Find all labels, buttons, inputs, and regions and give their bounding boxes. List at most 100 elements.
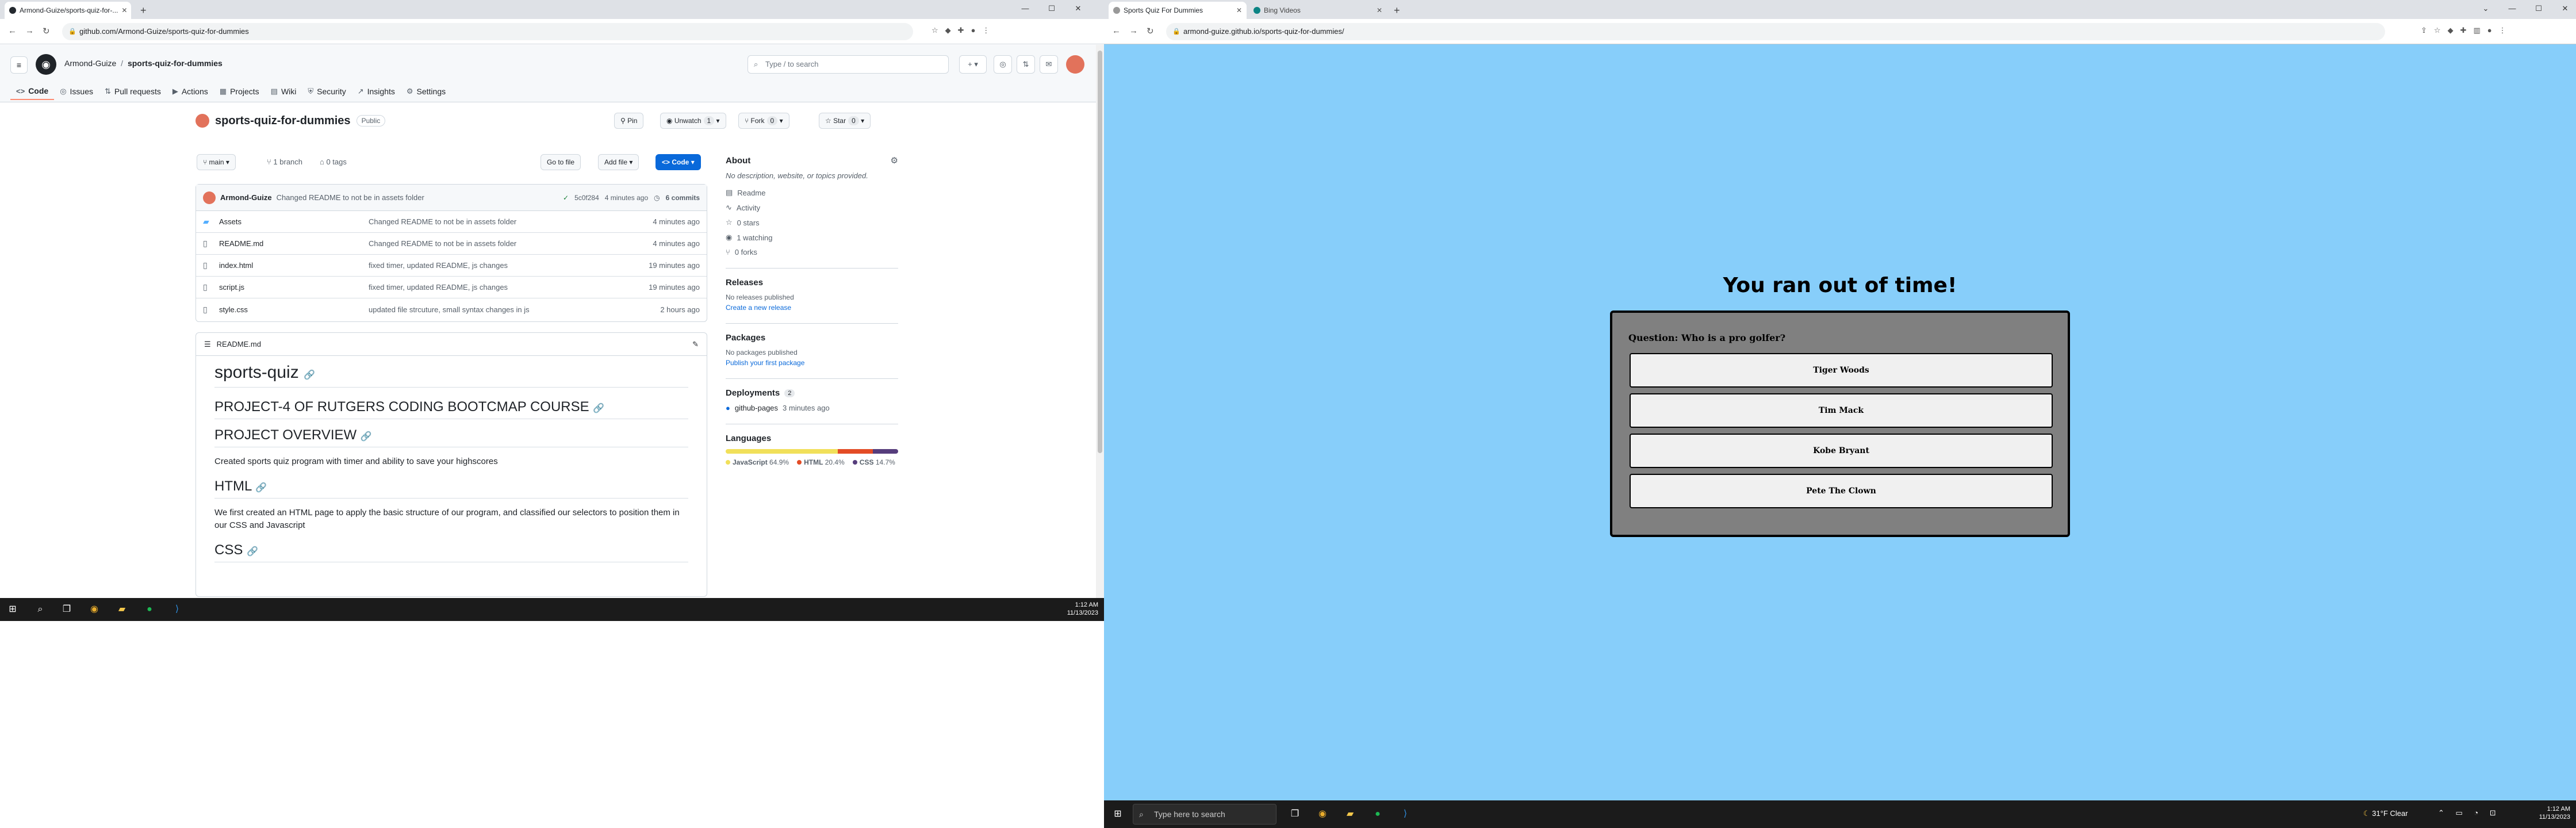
reload-icon[interactable]: ↻ [43,26,50,36]
close-tab-icon[interactable]: ✕ [1236,6,1242,14]
page-scrollbar[interactable] [1096,45,1104,598]
list-icon[interactable]: ☰ [204,340,211,349]
share-icon[interactable]: ⇪ [2421,26,2427,35]
file-commit-msg[interactable]: Changed README to not be in assets folde… [369,239,608,248]
scrollbar-thumb[interactable] [1098,51,1102,453]
puzzle-icon[interactable]: ✚ [958,26,964,35]
windows-start-icon[interactable]: ⊞ [6,603,20,616]
tags-link[interactable]: ⌂ 0 tags [320,158,347,166]
vscode-icon[interactable]: ⟩ [170,603,184,616]
tab-actions[interactable]: ▶ Actions [167,83,214,100]
minimize-button[interactable]: — [2499,0,2525,17]
spotify-icon[interactable]: ● [1371,807,1385,821]
weather-widget[interactable]: ☾ 31°F Clear [2363,809,2408,818]
tab-bing-videos[interactable]: Bing Videos ✕ [1249,2,1387,19]
chrome-icon[interactable]: ◉ [1316,807,1329,821]
file-commit-msg[interactable]: Changed README to not be in assets folde… [369,217,608,226]
tab-search-icon[interactable]: ⌄ [2472,0,2499,17]
publish-package-link[interactable]: Publish your first package [726,359,898,367]
star-button[interactable]: ☆ Star 0 ▾ [819,113,871,129]
system-clock[interactable]: 1:12 AM 11/13/2023 [1067,601,1098,617]
file-name[interactable]: style.css [219,305,369,314]
deployment-item[interactable]: ● github-pages 3 minutes ago [726,404,898,412]
close-window-button[interactable]: ✕ [2552,0,2576,17]
issues-icon[interactable]: ◎ [994,55,1012,74]
packages-heading[interactable]: Packages [726,333,898,343]
create-release-link[interactable]: Create a new release [726,304,898,312]
file-commit-msg[interactable]: fixed timer, updated README, js changes [369,261,608,270]
commit-hash[interactable]: 5c0f284 [574,194,599,202]
task-view-icon[interactable]: ❐ [1288,807,1302,821]
table-row[interactable]: ▯ style.css updated file strcuture, smal… [196,298,707,320]
file-commit-msg[interactable]: updated file strcuture, small syntax cha… [369,305,608,314]
windows-start-icon[interactable]: ⊞ [1111,807,1125,821]
commit-count[interactable]: 6 commits [666,194,700,202]
hamburger-menu-icon[interactable]: ≡ [10,56,28,74]
avatar[interactable] [1066,55,1084,74]
chrome-icon[interactable]: ◉ [87,603,101,616]
file-name[interactable]: script.js [219,283,369,292]
system-tray[interactable]: ⌃ ▭ ◔ ⊡ [2438,808,2501,818]
github-logo-icon[interactable]: ◉ [36,54,56,75]
file-name[interactable]: index.html [219,261,369,270]
gear-icon[interactable]: ⚙ [891,155,898,166]
forward-icon[interactable]: → [25,26,34,36]
table-row[interactable]: ▯ README.md Changed README to not be in … [196,233,707,255]
readme-link[interactable]: ▤ Readme [726,188,898,197]
spotify-icon[interactable]: ● [143,603,156,616]
extension-icon[interactable]: ◆ [2448,26,2454,35]
minimize-button[interactable]: — [1012,0,1038,17]
tab-wiki[interactable]: ▤ Wiki [265,83,302,100]
forks-link[interactable]: ⑂ 0 forks [726,248,898,256]
tab-insights[interactable]: ↗ Insights [352,83,401,100]
search-input[interactable]: ⌕ Type / to search [747,55,949,74]
profile-icon[interactable]: ● [971,26,976,35]
tab-projects[interactable]: ▦ Projects [214,83,265,100]
language-item[interactable]: HTML 20.4% [797,458,845,466]
back-icon[interactable]: ← [1112,26,1121,36]
close-tab-icon[interactable]: ✕ [121,6,127,14]
puzzle-icon[interactable]: ✚ [2460,26,2467,35]
task-view-icon[interactable]: ❐ [60,603,74,616]
owner-link[interactable]: Armond-Guize [64,59,116,68]
url-bar[interactable]: 🔒 armond-guize.github.io/sports-quiz-for… [1166,23,2385,40]
tab-issues[interactable]: ◎ Issues [54,83,99,100]
answer-button[interactable]: Tiger Woods [1630,353,2053,388]
close-tab-icon[interactable]: ✕ [1377,6,1382,14]
file-name[interactable]: README.md [219,239,369,248]
bookmark-icon[interactable]: ☆ [2434,26,2441,35]
unwatch-button[interactable]: ◉ Unwatch 1 ▾ [660,113,726,129]
table-row[interactable]: ▯ index.html fixed timer, updated README… [196,255,707,277]
tab-pull-requests[interactable]: ⇅ Pull requests [99,83,167,100]
edit-icon[interactable]: ✎ [692,340,699,349]
search-icon[interactable]: ⌕ [33,603,47,616]
url-bar[interactable]: 🔒 github.com/Armond-Guize/sports-quiz-fo… [62,23,913,40]
file-explorer-icon[interactable]: ▰ [1343,807,1357,821]
watching-link[interactable]: ◉ 1 watching [726,233,898,242]
file-name[interactable]: Assets [219,217,369,226]
tab-github-repo[interactable]: Armond-Guize/sports-quiz-for-... ✕ [5,2,131,19]
reload-icon[interactable]: ↻ [1147,26,1154,36]
back-icon[interactable]: ← [8,26,17,36]
file-explorer-icon[interactable]: ▰ [115,603,129,616]
menu-icon[interactable]: ⋮ [2499,26,2506,35]
anchor-link-icon[interactable]: 🔗 [361,432,372,442]
tab-code[interactable]: <> Code [10,83,55,100]
new-tab-button[interactable]: + [136,2,153,19]
anchor-link-icon[interactable]: 🔗 [593,404,604,413]
table-row[interactable]: ▰ Assets Changed README to not be in ass… [196,211,707,233]
vscode-icon[interactable]: ⟩ [1398,807,1412,821]
maximize-button[interactable]: ☐ [1038,0,1065,17]
menu-icon[interactable]: ⋮ [982,26,990,35]
anchor-link-icon[interactable]: 🔗 [255,483,267,493]
deployments-heading[interactable]: Deployments 2 [726,388,898,398]
activity-link[interactable]: ∿ Activity [726,203,898,212]
anchor-link-icon[interactable]: 🔗 [304,370,315,380]
pull-requests-icon[interactable]: ⇅ [1017,55,1035,74]
pin-button[interactable]: ⚲ Pin [614,113,644,129]
taskbar-search-input[interactable]: ⌕ Type here to search [1133,804,1276,825]
branches-link[interactable]: ⑂ 1 branch [267,158,302,166]
close-window-button[interactable]: ✕ [1065,0,1091,17]
repo-name[interactable]: sports-quiz-for-dummies [215,114,351,128]
tab-sports-quiz[interactable]: Sports Quiz For Dummies ✕ [1109,2,1247,19]
